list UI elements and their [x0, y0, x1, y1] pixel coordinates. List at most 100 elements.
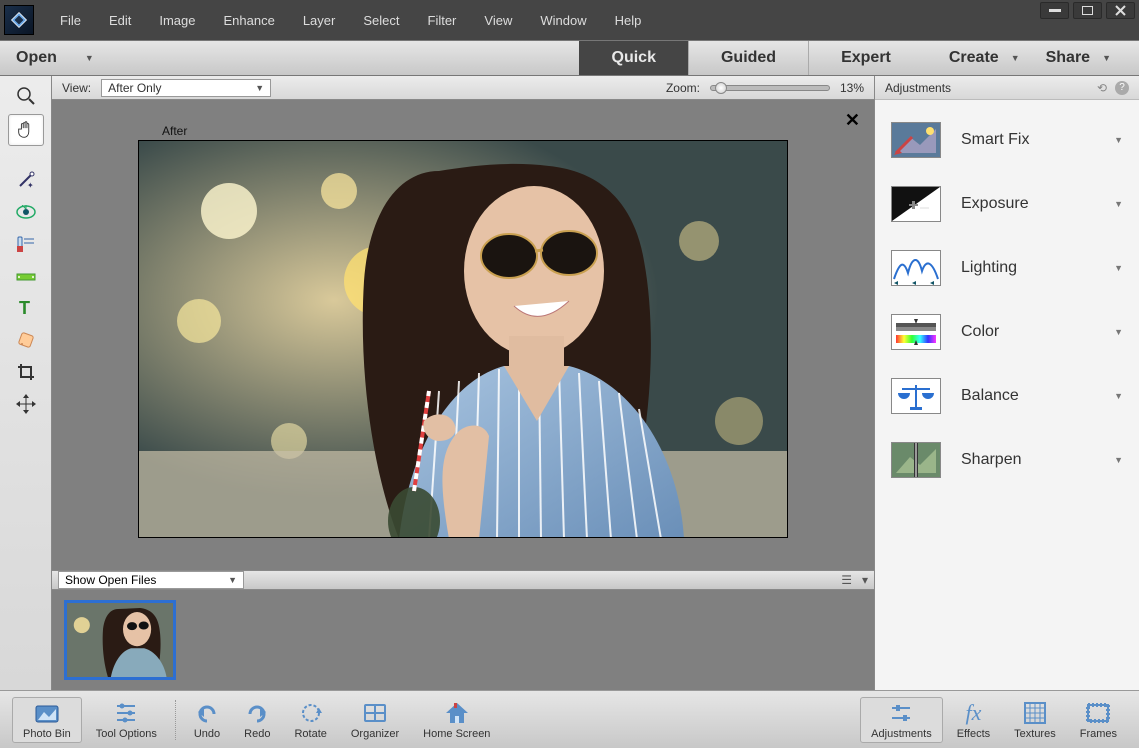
maximize-button[interactable] — [1073, 2, 1102, 19]
taskbar-fx-button[interactable]: fxEffects — [947, 697, 1000, 743]
menu-layer[interactable]: Layer — [289, 9, 350, 32]
taskbar-label: Frames — [1080, 728, 1117, 740]
whiten-tool[interactable] — [8, 230, 44, 258]
chevron-down-icon: ▼ — [1114, 199, 1123, 209]
view-dropdown[interactable]: After Only ▼ — [101, 79, 271, 97]
chevron-down-icon: ▼ — [1011, 53, 1020, 63]
tab-quick-label: Quick — [612, 49, 656, 67]
taskbar-label: Effects — [957, 728, 990, 740]
menu-window[interactable]: Window — [526, 9, 600, 32]
crop-tool[interactable] — [8, 358, 44, 386]
taskbar-redo-button[interactable]: Redo — [234, 698, 280, 742]
svg-text:T: T — [19, 299, 30, 317]
view-label: View: — [62, 81, 91, 95]
adjustment-label: Sharpen — [961, 451, 1094, 469]
taskbar-photo-bin-button[interactable]: Photo Bin — [12, 697, 82, 743]
text-tool[interactable]: T — [8, 294, 44, 322]
menu-image[interactable]: Image — [145, 9, 209, 32]
open-button[interactable]: Open ▼ — [0, 41, 110, 75]
taskbar-frames-button[interactable]: Frames — [1070, 697, 1127, 743]
tab-expert-label: Expert — [841, 49, 891, 67]
taskbar-undo-button[interactable]: Undo — [184, 698, 230, 742]
taskbar-rotate-button[interactable]: Rotate — [284, 698, 336, 742]
taskbar-label: Textures — [1014, 728, 1056, 740]
textures-icon — [1022, 700, 1048, 726]
taskbar-organizer-button[interactable]: Organizer — [341, 698, 409, 742]
after-label: After — [162, 124, 187, 138]
photo-bin — [52, 590, 874, 690]
minimize-button[interactable] — [1040, 2, 1069, 19]
svg-text:✦: ✦ — [27, 181, 34, 189]
redeye-tool[interactable] — [8, 198, 44, 226]
zoom-slider[interactable] — [710, 85, 830, 91]
create-label: Create — [949, 49, 999, 67]
panel-title: Adjustments — [885, 81, 951, 95]
menu-enhance[interactable]: Enhance — [210, 9, 289, 32]
straighten-tool[interactable] — [8, 262, 44, 290]
adjustment-sharpen[interactable]: Sharpen ▼ — [875, 428, 1139, 492]
bin-dropdown[interactable]: Show Open Files ▼ — [58, 571, 244, 589]
open-label: Open — [16, 49, 57, 67]
chevron-down-icon: ▼ — [1114, 263, 1123, 273]
chevron-down-icon: ▼ — [1114, 135, 1123, 145]
help-icon[interactable]: ? — [1115, 81, 1129, 95]
taskbar-textures-button[interactable]: Textures — [1004, 697, 1066, 743]
adjustment-smartfix[interactable]: Smart Fix ▼ — [875, 108, 1139, 172]
redo-icon — [244, 700, 270, 726]
tab-guided[interactable]: Guided — [688, 41, 808, 75]
chevron-down-icon: ▼ — [1114, 455, 1123, 465]
photo-canvas[interactable] — [138, 140, 788, 538]
adjustment-exposure[interactable]: Exposure▼ — [875, 172, 1139, 236]
tool-panel: ✦ T — [0, 76, 52, 690]
adjustment-label: Smart Fix — [961, 131, 1094, 149]
adjustment-label: Color — [961, 323, 1094, 341]
chevron-down-icon: ▼ — [1114, 327, 1123, 337]
canvas-area: ✕ After — [52, 100, 874, 570]
taskbar-home-button[interactable]: Home Screen — [413, 698, 500, 742]
taskbar-label: Organizer — [351, 728, 399, 740]
adjustment-label: Lighting — [961, 259, 1094, 277]
photo-bin-bar: Show Open Files ▼ ☰ ▾ — [52, 570, 874, 590]
menu-select[interactable]: Select — [349, 9, 413, 32]
quick-select-tool[interactable]: ✦ — [8, 166, 44, 194]
tab-expert[interactable]: Expert — [808, 41, 923, 75]
hand-tool[interactable] — [8, 114, 44, 146]
bin-settings-icon[interactable]: ☰ — [841, 573, 852, 587]
menu-help[interactable]: Help — [601, 9, 656, 32]
close-button[interactable] — [1106, 2, 1135, 19]
menu-edit[interactable]: Edit — [95, 9, 145, 32]
move-tool[interactable] — [8, 390, 44, 418]
chevron-down-icon: ▼ — [85, 53, 94, 63]
tab-guided-label: Guided — [721, 49, 776, 67]
view-dropdown-value: After Only — [108, 81, 161, 95]
lighting-icon — [891, 250, 941, 286]
close-document-button[interactable]: ✕ — [845, 110, 860, 131]
zoom-label: Zoom: — [666, 81, 700, 95]
app-icon — [4, 5, 34, 35]
share-button[interactable]: Share ▼ — [1038, 49, 1119, 67]
bin-collapse-icon[interactable]: ▾ — [862, 573, 868, 587]
taskbar-adjust-button[interactable]: Adjustments — [860, 697, 943, 743]
menu-view[interactable]: View — [470, 9, 526, 32]
zoom-tool[interactable] — [8, 82, 44, 110]
adjustment-color[interactable]: Color ▼ — [875, 300, 1139, 364]
tab-quick[interactable]: Quick — [579, 41, 688, 75]
create-button[interactable]: Create ▼ — [941, 49, 1028, 67]
organizer-icon — [362, 700, 388, 726]
sharpen-icon — [891, 442, 941, 478]
reset-icon[interactable]: ⟲ — [1097, 81, 1107, 95]
photo-thumbnail[interactable] — [64, 600, 176, 680]
adjustment-balance[interactable]: Balance▼ — [875, 364, 1139, 428]
spot-heal-tool[interactable] — [8, 326, 44, 354]
bin-dropdown-value: Show Open Files — [65, 573, 156, 587]
taskbar-tool-options-button[interactable]: Tool Options — [86, 697, 167, 743]
adjust-icon — [888, 700, 914, 726]
smartfix-icon — [891, 122, 941, 158]
chevron-down-icon: ▼ — [228, 575, 237, 585]
menu-filter[interactable]: Filter — [414, 9, 471, 32]
adjustment-lighting[interactable]: Lighting ▼ — [875, 236, 1139, 300]
slider-thumb[interactable] — [715, 82, 727, 94]
taskbar-label: Photo Bin — [23, 728, 71, 740]
exposure-icon — [891, 186, 941, 222]
menu-file[interactable]: File — [46, 9, 95, 32]
